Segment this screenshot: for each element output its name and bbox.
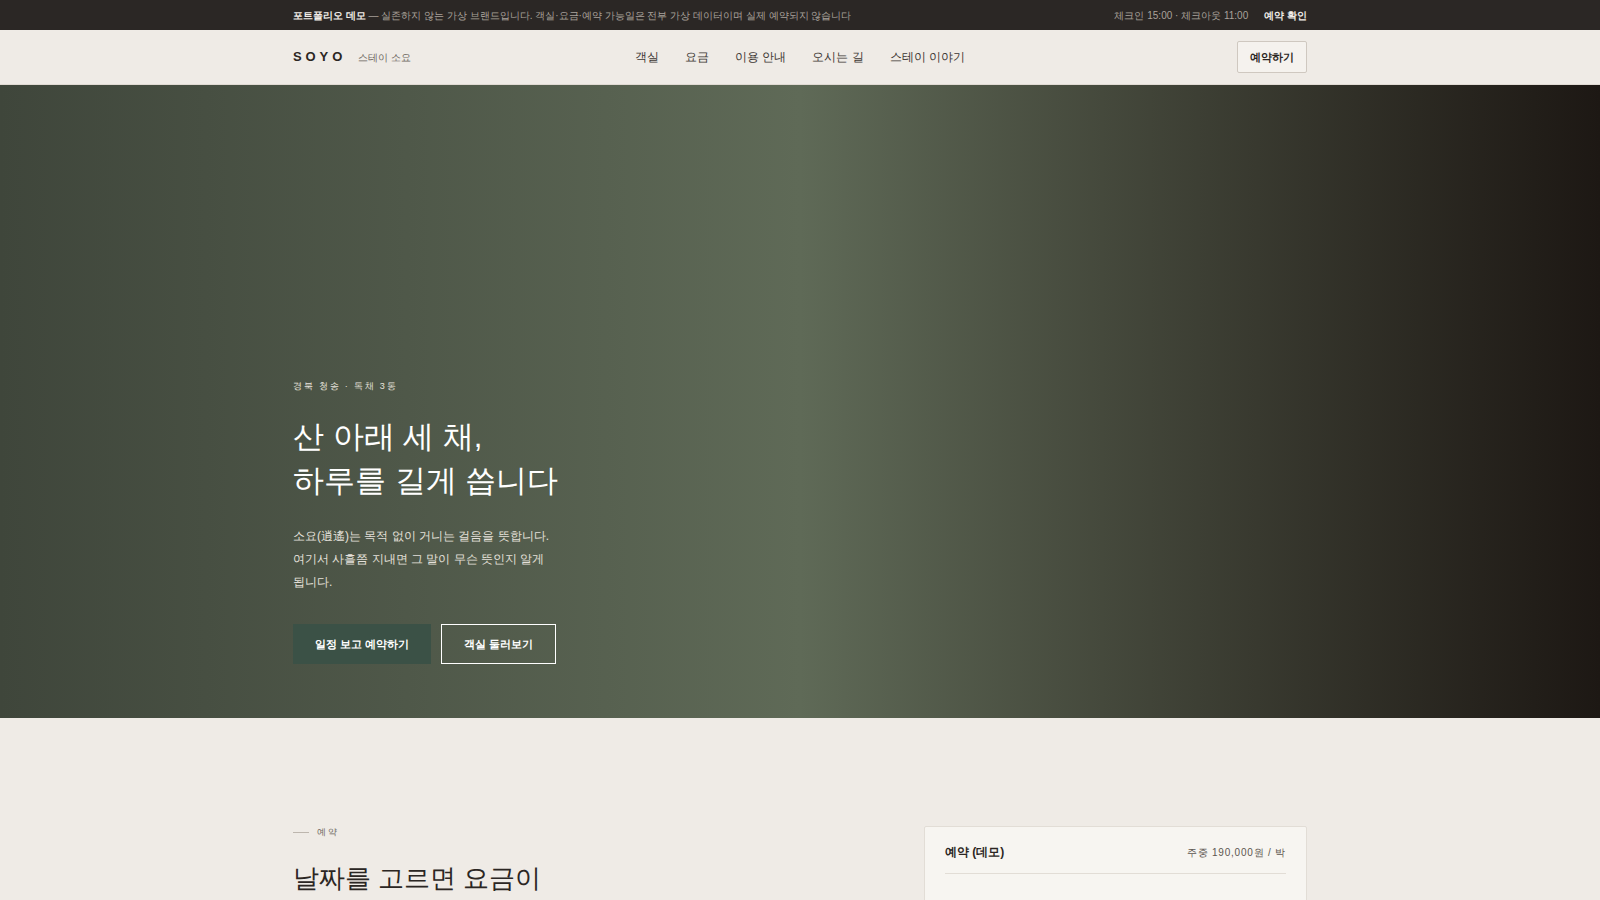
card-price: 주중 190,000원 / 박 bbox=[1187, 845, 1286, 860]
booking-section: 예약날짜를 고르면 요금이 예약 (데모) 주중 190,000원 / 박 bbox=[293, 718, 1307, 900]
nav-item[interactable]: 오시는 길 bbox=[812, 48, 863, 66]
nav-item[interactable]: 객실 bbox=[635, 48, 659, 66]
nav-item[interactable]: 스테이 이야기 bbox=[890, 48, 965, 66]
site-header: SOYO스테이 소요객실 요금 이용 안내 오시는 길 스테이 이야기 예약하기 bbox=[0, 30, 1600, 85]
main-nav: 객실 요금 이용 안내 오시는 길 스테이 이야기 bbox=[635, 48, 965, 66]
notice-bar: 포트폴리오 데모 — 실존하지 않는 가상 브랜드입니다. 객실·요금·예약 가… bbox=[0, 0, 1600, 30]
booking-title: 날짜를 고르면 요금이 bbox=[293, 862, 884, 894]
page: 포트폴리오 데모 — 실존하지 않는 가상 브랜드입니다. 객실·요금·예약 가… bbox=[0, 0, 1600, 900]
nav-item[interactable]: 이용 안내 bbox=[735, 48, 786, 66]
hero-eyebrow: 경북 청송 · 독채 3동 bbox=[293, 380, 1307, 394]
section-label: 예약 bbox=[293, 826, 884, 840]
hero-description: 소요(逍遙)는 목적 없이 거니는 걸음을 뜻합니다.여기서 사흘쯤 지내면 그… bbox=[293, 525, 1307, 594]
reserve-button[interactable]: 예약하기 bbox=[1237, 41, 1307, 73]
nav-item[interactable]: 요금 bbox=[685, 48, 709, 66]
hours-text: 체크인 15:00 · 체크아웃 11:00 bbox=[1114, 8, 1248, 23]
booking-card: 예약 (데모) 주중 190,000원 / 박 bbox=[924, 826, 1307, 900]
booking-check-link[interactable]: 예약 확인 bbox=[1264, 8, 1307, 23]
hero-title: 산 아래 세 채,하루를 길게 씁니다 bbox=[293, 415, 1307, 503]
notice-text: 포트폴리오 데모 — 실존하지 않는 가상 브랜드입니다. 객실·요금·예약 가… bbox=[293, 8, 851, 23]
card-title: 예약 (데모) bbox=[945, 843, 1004, 861]
brand-logo[interactable]: SOYO스테이 소요 bbox=[293, 47, 635, 67]
rooms-button[interactable]: 객실 둘러보기 bbox=[441, 624, 556, 664]
schedule-booking-button[interactable]: 일정 보고 예약하기 bbox=[293, 624, 431, 664]
hero: 경북 청송 · 독채 3동산 아래 세 채,하루를 길게 씁니다소요(逍遙)는 … bbox=[0, 85, 1600, 718]
